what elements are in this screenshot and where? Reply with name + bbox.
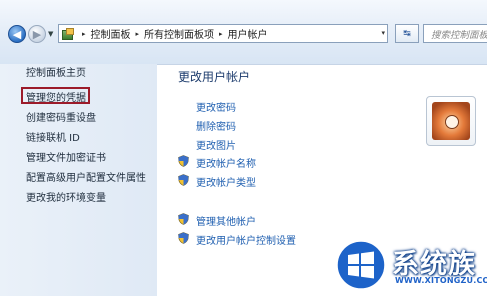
- uac-shield-icon: [178, 213, 189, 225]
- address-dropdown-icon[interactable]: ▾: [381, 29, 385, 37]
- breadcrumb-control-panel[interactable]: 控制面板: [91, 26, 131, 41]
- back-button[interactable]: ◀: [8, 25, 26, 43]
- search-placeholder: 搜索控制面板: [431, 29, 487, 41]
- change-picture-link[interactable]: 更改图片: [196, 137, 236, 152]
- remove-password-link[interactable]: 删除密码: [196, 118, 236, 133]
- breadcrumb-separator[interactable]: ▸: [82, 30, 86, 38]
- user-picture-icon: [432, 102, 470, 140]
- sidebar-item-home[interactable]: 控制面板主页: [26, 64, 86, 79]
- sidebar-item-advanced-profile[interactable]: 配置高级用户配置文件属性: [26, 169, 146, 184]
- sidebar-item-password-reset-disk[interactable]: 创建密码重设盘: [26, 109, 96, 124]
- arrow-right-icon: ▶: [32, 27, 42, 41]
- search-input[interactable]: 搜索控制面板: [423, 24, 487, 43]
- watermark-url: WWW.XITONGZU.COM: [395, 276, 487, 285]
- uac-settings-link[interactable]: 更改用户帐户控制设置: [196, 232, 296, 247]
- address-bar[interactable]: ▸ 控制面板 ▸ 所有控制面板项 ▸ 用户帐户 ▾: [58, 24, 388, 43]
- refresh-button[interactable]: ↹: [395, 24, 419, 43]
- control-panel-icon: [62, 28, 74, 40]
- arrow-left-icon: ◀: [12, 27, 22, 41]
- chevron-down-icon[interactable]: ▼: [48, 30, 53, 38]
- change-account-name-link[interactable]: 更改帐户名称: [196, 155, 256, 170]
- breadcrumb-user-accounts[interactable]: 用户帐户: [228, 26, 268, 41]
- breadcrumb-separator[interactable]: ▸: [219, 30, 223, 38]
- refresh-icon: ↹: [403, 28, 411, 39]
- sidebar-item-manage-credentials[interactable]: 管理您的凭据: [26, 89, 86, 104]
- breadcrumb-all-items[interactable]: 所有控制面板项: [144, 26, 214, 41]
- change-account-type-link[interactable]: 更改帐户类型: [196, 174, 256, 189]
- forward-button[interactable]: ▶: [28, 25, 46, 43]
- windows-logo-icon: [336, 240, 386, 290]
- uac-shield-icon: [178, 174, 189, 186]
- manage-other-accounts-link[interactable]: 管理其他帐户: [196, 213, 256, 228]
- sidebar-item-environment-variables[interactable]: 更改我的环境变量: [26, 189, 106, 204]
- user-picture[interactable]: [426, 96, 476, 146]
- page-title: 更改用户帐户: [178, 70, 251, 84]
- sidebar-item-link-online-id[interactable]: 链接联机 ID: [26, 129, 80, 144]
- uac-shield-icon: [178, 232, 189, 244]
- change-password-link[interactable]: 更改密码: [196, 99, 236, 114]
- sidebar-item-encryption-certificates[interactable]: 管理文件加密证书: [26, 149, 106, 164]
- uac-shield-icon: [178, 155, 189, 167]
- navigation-bar: ◀ ▶ ▼ ▸ 控制面板 ▸ 所有控制面板项 ▸ 用户帐户 ▾ ↹ 搜索控制面板: [0, 0, 487, 65]
- breadcrumb-separator[interactable]: ▸: [136, 30, 140, 38]
